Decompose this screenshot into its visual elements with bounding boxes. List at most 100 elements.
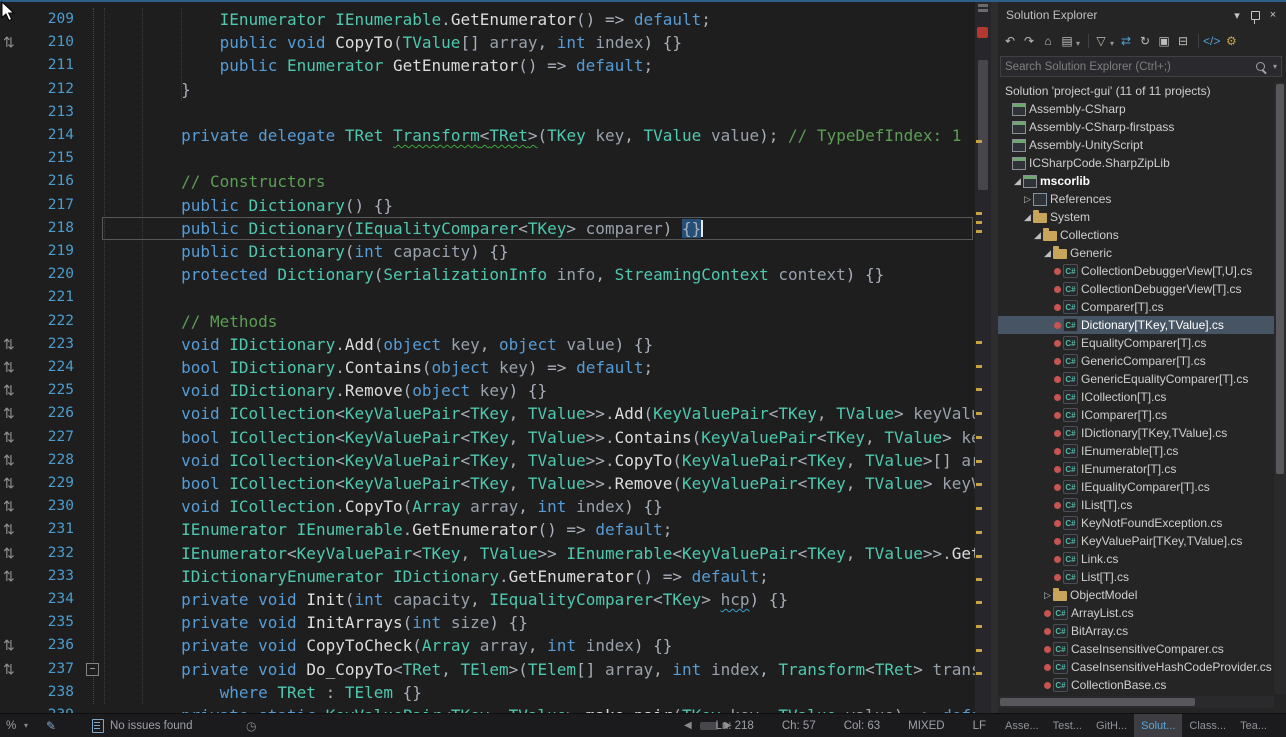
tree-item[interactable]: C#EqualityComparer[T].cs: [998, 334, 1274, 352]
tree-item[interactable]: C#IList[T].cs: [998, 496, 1274, 514]
code-line[interactable]: 214 private delegate TRet Transform<TRet…: [0, 124, 975, 147]
code-line[interactable]: 215: [0, 147, 975, 170]
tree-item[interactable]: C#IEqualityComparer[T].cs: [998, 478, 1274, 496]
code-line[interactable]: ⇅230 void ICollection.CopyTo(Array array…: [0, 495, 975, 518]
tree-item[interactable]: C#CaseInsensitiveHashCodeProvider.cs: [998, 658, 1274, 676]
tree-item[interactable]: C#IEnumerable[T].cs: [998, 442, 1274, 460]
tree-item[interactable]: ICSharpCode.SharpZipLib: [998, 154, 1274, 172]
code-line[interactable]: ⇅225 void IDictionary.Remove(object key)…: [0, 379, 975, 402]
tree-item[interactable]: C#IComparer[T].cs: [998, 406, 1274, 424]
line-number[interactable]: 219: [20, 240, 74, 263]
switch-views-icon[interactable]: ▤: [1059, 32, 1075, 50]
line-number[interactable]: 232: [20, 542, 74, 565]
tree-item[interactable]: C#GenericEqualityComparer[T].cs: [998, 370, 1274, 388]
filter-icon[interactable]: ▽: [1093, 32, 1109, 50]
tree-item[interactable]: C#CollectionDebuggerView[T].cs: [998, 280, 1274, 298]
close-icon[interactable]: ×: [1264, 6, 1282, 24]
search-options-chevron-icon[interactable]: ▾: [1273, 62, 1277, 71]
tree-item[interactable]: Assembly-UnityScript: [998, 136, 1274, 154]
panel-splitter[interactable]: [991, 0, 998, 713]
code-line[interactable]: 217 public Dictionary() {}: [0, 194, 975, 217]
code-line[interactable]: 209 IEnumerator IEnumerable.GetEnumerato…: [0, 8, 975, 31]
status-item[interactable]: MIXED: [908, 720, 944, 732]
scroll-left-icon[interactable]: ◀: [684, 714, 692, 737]
code-line[interactable]: 216 // Constructors: [0, 170, 975, 193]
window-position-icon[interactable]: ▾: [1228, 6, 1246, 24]
status-item[interactable]: Ch: 57: [782, 720, 816, 732]
code-line[interactable]: 222 // Methods: [0, 310, 975, 333]
tree-item[interactable]: C#IEnumerator[T].cs: [998, 460, 1274, 478]
tree-item[interactable]: C#KeyValuePair[TKey,TValue].cs: [998, 532, 1274, 550]
line-number[interactable]: 213: [20, 101, 74, 124]
line-number[interactable]: 227: [20, 426, 74, 449]
document-health-status[interactable]: No issues found: [110, 714, 192, 737]
tree-item[interactable]: C#CollectionBase.cs: [998, 676, 1274, 694]
zoom-control[interactable]: %: [6, 714, 16, 737]
tree-item[interactable]: ◢Generic: [998, 244, 1274, 262]
line-number[interactable]: 215: [20, 147, 74, 170]
tree-item[interactable]: C#CaseInsensitiveComparer.cs: [998, 640, 1274, 658]
code-line[interactable]: ⇅227 bool ICollection<KeyValuePair<TKey,…: [0, 426, 975, 449]
collapse-all-icon[interactable]: ⊟: [1175, 32, 1191, 50]
zoom-chevron-icon[interactable]: ▾: [24, 714, 28, 737]
code-line[interactable]: 211 public Enumerator GetEnumerator() =>…: [0, 54, 975, 77]
chevron-collapsed-icon[interactable]: ▷: [1042, 590, 1053, 601]
tree-vertical-scrollbar[interactable]: [1274, 82, 1286, 694]
line-number[interactable]: 239: [20, 704, 74, 713]
nest-files-icon[interactable]: ▣: [1156, 32, 1172, 50]
switch-views-chevron-icon[interactable]: ▾: [1076, 39, 1080, 48]
line-number[interactable]: 234: [20, 588, 74, 611]
line-number[interactable]: 220: [20, 263, 74, 286]
sync-with-active-document-icon[interactable]: ⇄: [1118, 32, 1134, 50]
code-line[interactable]: 213: [0, 101, 975, 124]
code-line[interactable]: 238 where TRet : TElem {}: [0, 681, 975, 704]
tree-item[interactable]: ◢System: [998, 208, 1274, 226]
line-number[interactable]: 209: [20, 8, 74, 31]
nav-back-icon[interactable]: ↶: [1002, 32, 1018, 50]
tree-item[interactable]: C#GenericComparer[T].cs: [998, 352, 1274, 370]
line-number[interactable]: 229: [20, 472, 74, 495]
tree-item[interactable]: ◢Collections: [998, 226, 1274, 244]
tree-item[interactable]: C#IDictionary[TKey,TValue].cs: [998, 424, 1274, 442]
tree-item[interactable]: C#List[T].cs: [998, 568, 1274, 586]
code-line[interactable]: 235 private void InitArrays(int size) {}: [0, 611, 975, 634]
code-line[interactable]: ⇅229 bool ICollection<KeyValuePair<TKey,…: [0, 472, 975, 495]
search-input[interactable]: [1001, 61, 1256, 73]
tool-window-tab[interactable]: GitH...: [1089, 714, 1134, 737]
editor-vertical-scrollbar[interactable]: [975, 0, 991, 713]
line-number[interactable]: 216: [20, 170, 74, 193]
line-number[interactable]: 212: [20, 78, 74, 101]
code-line[interactable]: ⇅210 public void CopyTo(TValue[] array, …: [0, 31, 975, 54]
tree-item[interactable]: ▷ObjectModel: [998, 586, 1274, 604]
line-number[interactable]: 226: [20, 402, 74, 425]
code-line[interactable]: ⇅232 IEnumerator<KeyValuePair<TKey, TVal…: [0, 542, 975, 565]
line-number[interactable]: 222: [20, 310, 74, 333]
scrollbar-thumb[interactable]: [978, 60, 988, 190]
code-line[interactable]: ⇅223 void IDictionary.Add(object key, ob…: [0, 333, 975, 356]
line-number[interactable]: 224: [20, 356, 74, 379]
line-number[interactable]: 233: [20, 565, 74, 588]
code-line[interactable]: 221: [0, 286, 975, 309]
status-item[interactable]: Ln: 218: [715, 720, 753, 732]
line-number[interactable]: 237: [20, 658, 74, 681]
properties-icon[interactable]: ⚙: [1223, 32, 1239, 50]
tree-item[interactable]: C#CollectionDebuggerView[T,U].cs: [998, 262, 1274, 280]
fold-collapse-button[interactable]: −: [86, 663, 99, 676]
tree-item[interactable]: Assembly-CSharp-firstpass: [998, 118, 1274, 136]
chevron-expanded-icon[interactable]: ◢: [1032, 230, 1043, 241]
line-number[interactable]: 235: [20, 611, 74, 634]
code-line[interactable]: ⇅231 IEnumerator IEnumerable.GetEnumerat…: [0, 518, 975, 541]
tool-window-tab[interactable]: Solut...: [1134, 714, 1182, 737]
code-line[interactable]: ⇅228 void ICollection<KeyValuePair<TKey,…: [0, 449, 975, 472]
code-line[interactable]: ⇅236 private void CopyToCheck(Array arra…: [0, 634, 975, 657]
line-number[interactable]: 210: [20, 31, 74, 54]
split-editor-handle-icon[interactable]: [978, 4, 988, 7]
code-line[interactable]: 219 public Dictionary(int capacity) {}: [0, 240, 975, 263]
tree-item[interactable]: C#ArrayList.cs: [998, 604, 1274, 622]
tool-window-tab[interactable]: Test...: [1046, 714, 1089, 737]
status-item[interactable]: LF: [973, 720, 986, 732]
pin-icon[interactable]: [1246, 6, 1264, 24]
line-number[interactable]: 223: [20, 333, 74, 356]
line-number[interactable]: 228: [20, 449, 74, 472]
tree-item[interactable]: ▷References: [998, 190, 1274, 208]
